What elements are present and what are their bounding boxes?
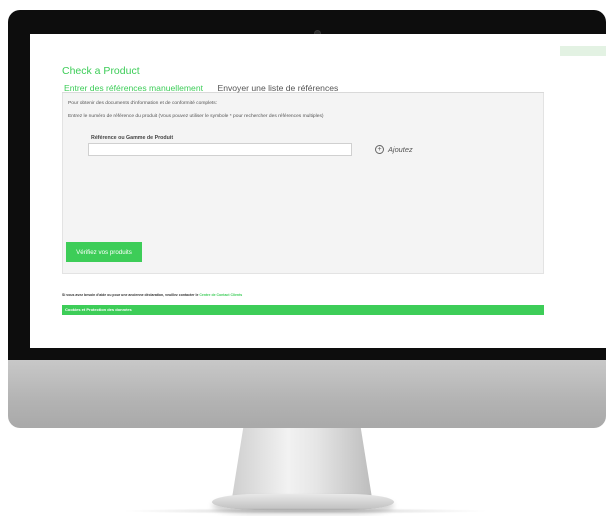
reference-field-label: Référence ou Gamme de Produit [91, 135, 174, 141]
help-text-body: Si vous avez besoin d'aide ou pour une a… [62, 293, 199, 297]
cookies-link[interactable]: Cookies et Protection des données [65, 307, 132, 312]
instruction-text: Entrez le numéro de référence du produit… [68, 114, 324, 119]
reference-input[interactable] [88, 143, 352, 156]
add-label: Ajoutez [388, 145, 413, 154]
monitor-chin [8, 360, 606, 428]
intro-text: Pour obtenir des documents d'information… [68, 101, 218, 106]
contact-center-link[interactable]: Centre de Contact Clients [199, 293, 242, 297]
manual-entry-form: Pour obtenir des documents d'information… [62, 93, 544, 274]
footer-bar: Cookies et Protection des données [62, 305, 544, 315]
stand-shadow [120, 508, 490, 514]
check-product-panel: Check a Product Entrer des références ma… [62, 64, 544, 274]
help-text: Si vous avez besoin d'aide ou pour une a… [62, 293, 242, 297]
tab-bar: Entrer des références manuellement Envoy… [62, 78, 544, 96]
screen: Check a Product Entrer des références ma… [30, 34, 606, 348]
monitor-stand [232, 428, 372, 498]
add-reference-button[interactable]: + Ajoutez [375, 145, 413, 154]
plus-circle-icon: + [375, 145, 384, 154]
check-products-button[interactable]: Vérifiez vos produits [66, 242, 142, 262]
corner-tab[interactable] [560, 46, 606, 56]
page-title: Check a Product [62, 65, 140, 77]
